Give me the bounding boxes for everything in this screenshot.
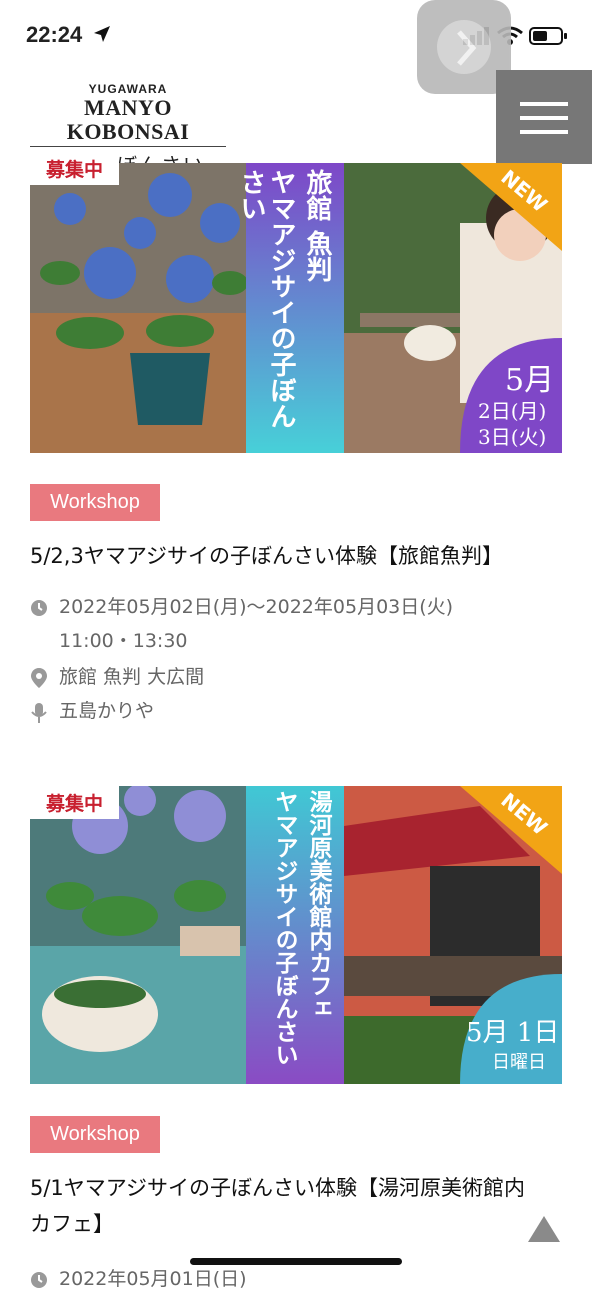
event-date-range: 2022年05月01日(日) — [59, 1268, 247, 1290]
logo-line-2: MANYO KOBONSAI — [66, 95, 190, 144]
event-time: 11:00・13:30 — [59, 630, 188, 652]
home-indicator[interactable] — [190, 1258, 402, 1265]
menu-bar — [520, 116, 568, 120]
hamburger-menu-button[interactable] — [496, 70, 592, 164]
event-location-text: 旅館 魚判 大広間 — [59, 666, 205, 688]
menu-bar — [520, 102, 568, 106]
event-title[interactable]: 5/1ヤマアジサイの子ぼんさい体験【湯河原美術館内カフェ】 — [30, 1170, 540, 1242]
banner-weekday: 日曜日 — [492, 1052, 546, 1073]
banner-venue-text: 湯河原美術館内カフェ — [305, 790, 332, 1020]
event-datetime: 2022年05月01日(日) — [30, 1262, 562, 1296]
event-date-range: 2022年05月02日(月)〜2022年05月03日(火) — [59, 596, 454, 618]
banner-date: 5月 1日 — [466, 1018, 560, 1048]
event-location: 旅館 魚判 大広間 — [30, 660, 562, 694]
clock-icon — [31, 600, 47, 616]
chevron-right-icon — [457, 30, 477, 66]
logo-line-1: YUGAWARA — [88, 82, 168, 96]
category-tag[interactable]: Workshop — [30, 1116, 160, 1153]
banner-date-2: 3日(火) — [478, 425, 547, 449]
event-datetime: 2022年05月02日(月)〜2022年05月03日(火) 11:00・13:3… — [30, 590, 562, 658]
event-title[interactable]: 5/2,3ヤマアジサイの子ぼんさい体験【旅館魚判】 — [30, 538, 562, 574]
category-tag[interactable]: Workshop — [30, 484, 160, 521]
site-logo[interactable]: YUGAWARA MANYO KOBONSAI 万葉子ぼんさい — [30, 82, 226, 177]
battery-icon — [529, 27, 568, 45]
banner-date-1: 2日(月) — [478, 399, 547, 423]
menu-bar — [520, 130, 568, 134]
status-time: 22:24 — [26, 22, 83, 47]
banner-venue-text: 旅館 魚判 — [302, 169, 332, 283]
event-instructor-text: 五島かりや — [59, 700, 155, 722]
clock-icon — [31, 1272, 47, 1288]
event-banner-image[interactable]: 旅館 魚判 ヤマアジサイの子ぼんさい NEW 5月 2日(月) 3日(火) — [30, 163, 562, 453]
location-arrow-icon — [94, 26, 111, 42]
banner-month: 5月 — [505, 363, 555, 398]
back-to-top-icon[interactable] — [526, 1214, 562, 1244]
banner-subtitle-text: ヤマアジサイの子ぼんさい — [236, 169, 296, 429]
recruiting-badge: 募集中 — [30, 152, 120, 185]
event-banner-image[interactable]: 湯河原美術館内カフェ ヤマアジサイの子ぼんさい NEW 5月 1日 日曜日 — [30, 786, 562, 1084]
microphone-icon — [31, 703, 47, 723]
recruiting-badge: 募集中 — [30, 786, 120, 819]
event-instructor: 五島かりや — [30, 694, 562, 728]
map-pin-icon — [31, 668, 47, 688]
banner-subtitle-text: ヤマアジサイの子ぼんさい — [271, 790, 298, 1066]
